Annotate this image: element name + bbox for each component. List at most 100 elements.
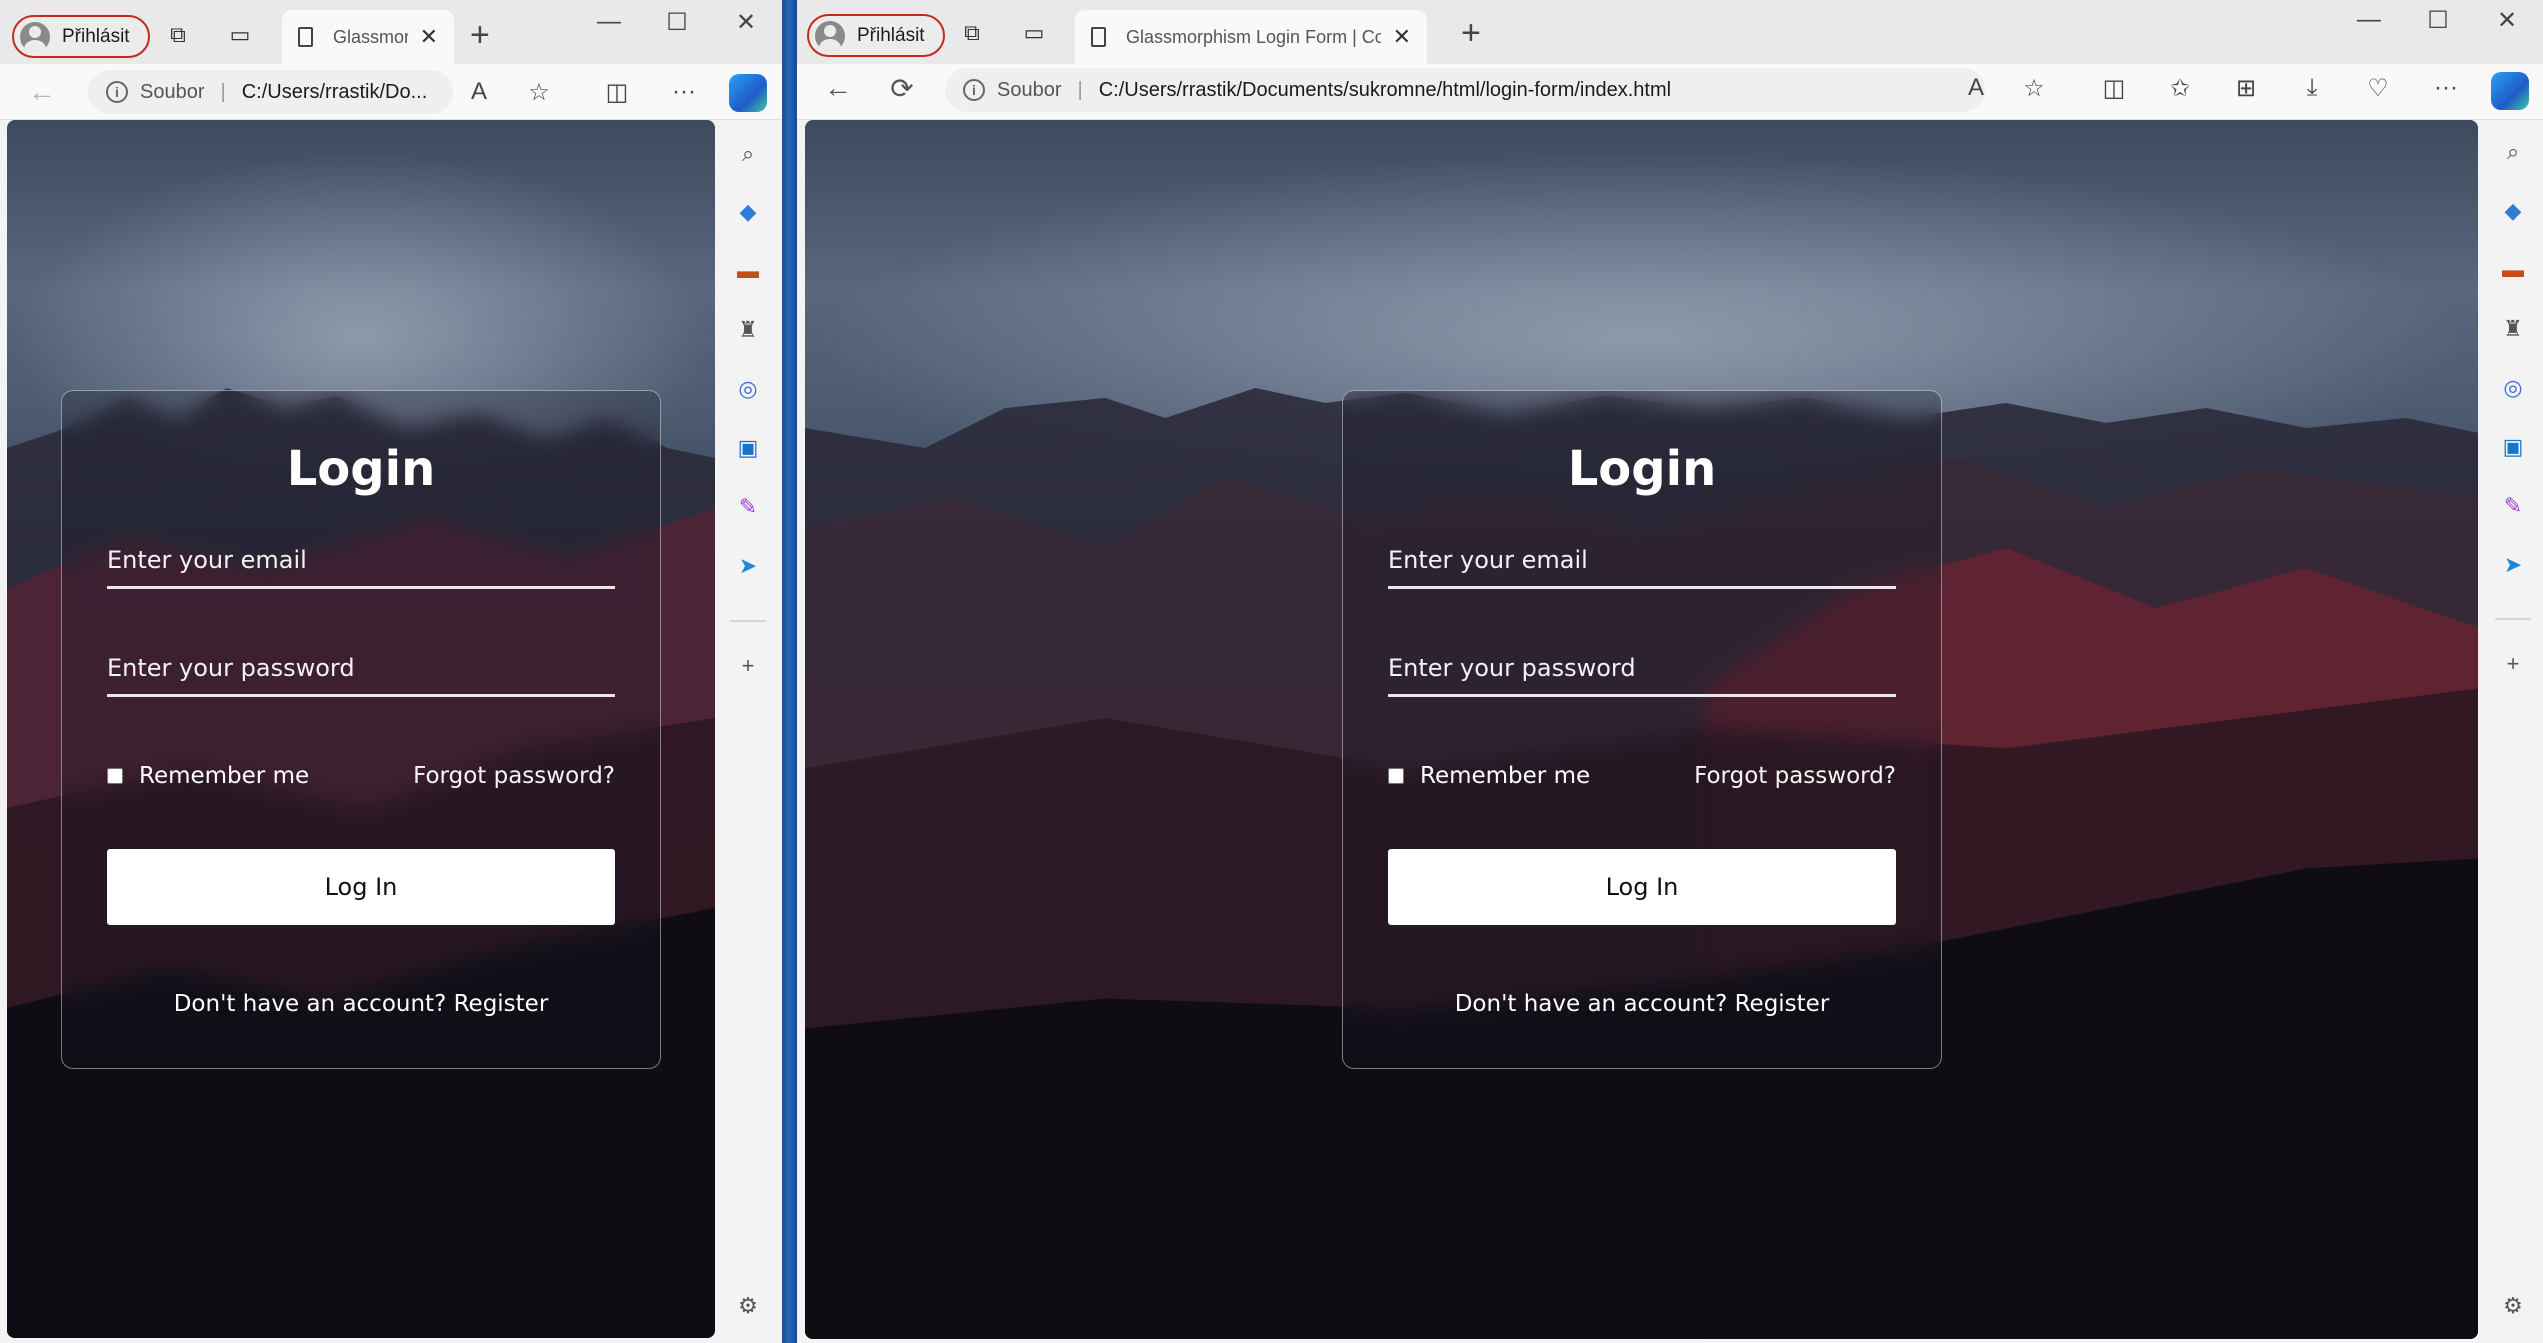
tools-icon[interactable]: ▬ xyxy=(732,255,764,287)
settings-gear-icon[interactable]: ⚙ xyxy=(2497,1290,2529,1322)
microsoft365-icon[interactable]: ◎ xyxy=(2497,372,2529,404)
send-icon[interactable]: ➤ xyxy=(732,550,764,582)
register-link[interactable]: Register xyxy=(454,991,549,1017)
url-text: C:/Users/rrastik/Do... xyxy=(241,80,428,103)
url-separator: | xyxy=(1077,78,1083,101)
login-button[interactable]: Log In xyxy=(107,849,615,925)
tools-icon[interactable]: ▬ xyxy=(2497,254,2529,286)
designer-icon[interactable]: ✎ xyxy=(2497,490,2529,522)
more-menu-icon[interactable]: ··· xyxy=(2429,74,2463,102)
login-title: Login xyxy=(1567,441,1717,497)
tab-strip: Přihlásit ⧉ ▭ Glassmor ✕ + — ☐ ✕ xyxy=(0,0,782,64)
workspaces-icon[interactable]: ⧉ xyxy=(163,20,193,50)
tab-active[interactable]: Glassmorphism Login Form | Coc ✕ xyxy=(1075,10,1427,64)
info-icon[interactable]: i xyxy=(106,81,128,103)
shopping-tag-icon[interactable]: ◆ xyxy=(732,196,764,228)
outlook-icon[interactable]: ▣ xyxy=(2497,431,2529,463)
microsoft365-icon[interactable]: ◎ xyxy=(732,373,764,405)
remember-checkbox[interactable] xyxy=(1388,768,1404,784)
avatar-icon xyxy=(20,21,50,52)
add-sidebar-icon[interactable]: + xyxy=(732,650,764,682)
close-window-button[interactable]: ✕ xyxy=(726,8,766,37)
document-icon xyxy=(1091,27,1106,47)
forgot-password-link[interactable]: Forgot password? xyxy=(1694,763,1896,789)
split-screen-icon[interactable]: ◫ xyxy=(2097,74,2131,103)
outlook-icon[interactable]: ▣ xyxy=(732,432,764,464)
minimize-button[interactable]: — xyxy=(589,8,629,36)
back-button[interactable]: ← xyxy=(820,72,856,104)
register-line: Don't have an account? Register xyxy=(1343,991,1941,1017)
browser-essentials-icon[interactable]: ♡ xyxy=(2361,74,2395,103)
split-screen-icon[interactable]: ◫ xyxy=(600,78,634,107)
search-icon[interactable]: ⌕ xyxy=(2497,136,2529,168)
close-window-button[interactable]: ✕ xyxy=(2487,6,2527,35)
new-tab-button[interactable]: + xyxy=(1461,14,1481,53)
minimize-button[interactable]: — xyxy=(2349,6,2389,34)
close-tab-icon[interactable]: ✕ xyxy=(420,24,438,50)
tab-title: Glassmorphism Login Form | Coc xyxy=(1126,26,1381,47)
remember-checkbox[interactable] xyxy=(107,768,123,784)
maximize-button[interactable]: ☐ xyxy=(657,8,697,37)
games-icon[interactable]: ♜ xyxy=(2497,313,2529,345)
remember-label: Remember me xyxy=(1420,763,1591,789)
url-separator: | xyxy=(220,80,226,103)
settings-gear-icon[interactable]: ⚙ xyxy=(732,1290,764,1322)
read-aloud-icon[interactable]: A xyxy=(1959,74,1993,102)
new-tab-button[interactable]: + xyxy=(470,16,490,55)
profile-button[interactable]: Přihlásit xyxy=(12,15,150,58)
address-bar[interactable]: i Soubor | C:/Users/rrastik/Documents/su… xyxy=(945,68,1985,112)
remember-me[interactable]: Remember me xyxy=(1388,763,1590,789)
email-input[interactable] xyxy=(1388,533,1896,586)
page-viewport: Login Remember me Forgot password? Log I… xyxy=(805,120,2478,1339)
maximize-button[interactable]: ☐ xyxy=(2418,6,2458,35)
add-sidebar-icon[interactable]: + xyxy=(2497,648,2529,680)
collections-icon[interactable]: ⊞ xyxy=(2229,74,2263,103)
copilot-icon[interactable] xyxy=(729,74,767,112)
address-bar[interactable]: i Soubor | C:/Users/rrastik/Do... xyxy=(88,70,453,114)
register-link[interactable]: Register xyxy=(1735,991,1830,1017)
address-bar-row: ← i Soubor | C:/Users/rrastik/Do... A ☆ … xyxy=(0,64,782,120)
document-icon xyxy=(298,27,313,47)
workspaces-icon[interactable]: ⧉ xyxy=(957,18,987,48)
favorite-star-icon[interactable]: ☆ xyxy=(2017,74,2051,103)
form-options: Remember me Forgot password? xyxy=(1388,759,1896,793)
send-icon[interactable]: ➤ xyxy=(2497,549,2529,581)
login-button[interactable]: Log In xyxy=(1388,849,1896,925)
close-tab-icon[interactable]: ✕ xyxy=(1393,24,1411,50)
login-title: Login xyxy=(286,441,436,497)
favorites-icon[interactable]: ✩ xyxy=(2163,74,2197,103)
tab-active[interactable]: Glassmor ✕ xyxy=(282,10,454,64)
tab-actions-icon[interactable]: ▭ xyxy=(1019,18,1049,48)
password-input[interactable] xyxy=(1388,641,1896,694)
read-aloud-icon[interactable]: A xyxy=(462,78,496,106)
copilot-icon[interactable] xyxy=(2491,72,2529,110)
email-input[interactable] xyxy=(107,533,615,586)
remember-me[interactable]: Remember me xyxy=(107,763,309,789)
tab-title: Glassmor xyxy=(333,26,408,47)
sidebar-separator xyxy=(2495,618,2531,620)
edge-sidebar: ⌕ ◆ ▬ ♜ ◎ ▣ ✎ ➤ + ⚙ xyxy=(722,120,774,1343)
url-scheme: Soubor xyxy=(997,78,1062,101)
shopping-tag-icon[interactable]: ◆ xyxy=(2497,195,2529,227)
designer-icon[interactable]: ✎ xyxy=(732,491,764,523)
info-icon[interactable]: i xyxy=(963,79,985,101)
profile-button[interactable]: Přihlásit xyxy=(807,14,945,57)
url-text: C:/Users/rrastik/Documents/sukromne/html… xyxy=(1098,78,1672,101)
favorite-star-icon[interactable]: ☆ xyxy=(522,78,556,107)
search-icon[interactable]: ⌕ xyxy=(732,138,764,170)
password-field-wrapper xyxy=(1388,641,1896,697)
downloads-icon[interactable]: ⤓ xyxy=(2295,74,2329,102)
profile-label: Přihlásit xyxy=(857,24,925,46)
forgot-password-link[interactable]: Forgot password? xyxy=(413,763,615,789)
refresh-button[interactable]: ⟳ xyxy=(884,72,920,105)
games-icon[interactable]: ♜ xyxy=(732,314,764,346)
password-input[interactable] xyxy=(107,641,615,694)
tab-actions-icon[interactable]: ▭ xyxy=(225,20,255,50)
avatar-icon xyxy=(815,20,845,51)
back-button[interactable]: ← xyxy=(24,76,60,108)
register-prompt: Don't have an account? xyxy=(1454,991,1728,1017)
remember-label: Remember me xyxy=(139,763,310,789)
more-menu-icon[interactable]: ··· xyxy=(667,78,701,106)
form-options: Remember me Forgot password? xyxy=(107,759,615,793)
desktop-gap xyxy=(782,0,797,1343)
